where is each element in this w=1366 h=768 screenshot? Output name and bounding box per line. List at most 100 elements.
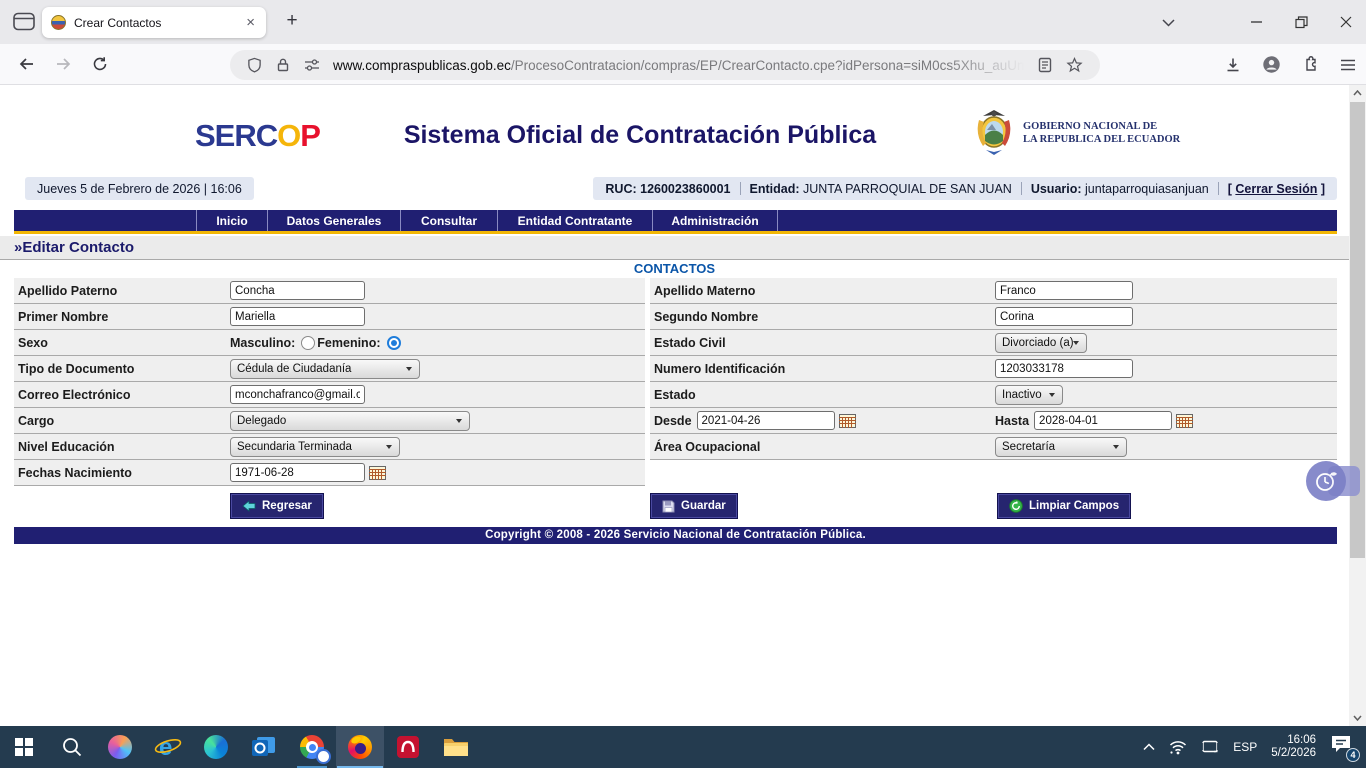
cargo-select[interactable]: Delegado <box>230 411 470 431</box>
taskbar-clock[interactable]: 16:065/2/2026 <box>1271 734 1316 760</box>
entidad-label: Entidad: <box>750 182 800 196</box>
nav-entidad-contratante[interactable]: Entidad Contratante <box>497 210 652 231</box>
nav-datos-generales[interactable]: Datos Generales <box>267 210 400 231</box>
radio-femenino[interactable] <box>387 336 401 350</box>
menu-hamburger-icon[interactable] <box>1340 58 1356 72</box>
tab-title: Crear Contactos <box>74 16 244 30</box>
tipo-documento-select[interactable]: Cédula de Ciudadanía <box>230 359 420 379</box>
session-info-bar: Jueves 5 de Febrero de 2026 | 16:06 RUC:… <box>0 177 1349 201</box>
logout-link[interactable]: [ Cerrar Sesión ] <box>1228 182 1325 196</box>
start-button[interactable] <box>0 726 48 768</box>
language-indicator[interactable]: ESP <box>1233 740 1257 754</box>
estado-label: Estado <box>650 388 995 402</box>
acrobat-icon[interactable] <box>384 726 432 768</box>
correo-label: Correo Electrónico <box>14 388 230 402</box>
desde-calendar-icon[interactable] <box>839 414 856 428</box>
scroll-up-arrow[interactable] <box>1349 85 1366 101</box>
copilot-icon[interactable] <box>96 726 144 768</box>
contact-form: Apellido Paterno Apellido Materno Primer… <box>14 278 1337 486</box>
list-all-tabs-icon[interactable] <box>1162 18 1175 27</box>
fechas-nacimiento-input[interactable] <box>230 463 365 482</box>
firefox-view-icon[interactable] <box>13 12 35 31</box>
downloads-icon[interactable] <box>1225 57 1241 73</box>
forward-button[interactable] <box>55 56 72 72</box>
estado-civil-select[interactable]: Divorciado (a) <box>995 333 1087 353</box>
usuario-value: juntaparroquiasanjuan <box>1085 182 1209 196</box>
permissions-icon[interactable] <box>304 58 320 72</box>
segundo-nombre-label: Segundo Nombre <box>650 310 995 324</box>
svg-text:e: e <box>159 734 172 760</box>
internet-explorer-icon[interactable]: e <box>144 726 192 768</box>
nivel-educacion-label: Nivel Educación <box>14 440 230 454</box>
segundo-nombre-input[interactable] <box>995 307 1133 326</box>
vertical-scrollbar[interactable] <box>1349 85 1366 726</box>
limpiar-campos-button[interactable]: Limpiar Campos <box>997 493 1131 519</box>
lock-icon[interactable] <box>276 57 290 73</box>
notification-badge: 4 <box>1346 748 1360 762</box>
new-tab-button[interactable]: + <box>280 10 304 32</box>
bookmark-star-icon[interactable] <box>1066 57 1083 73</box>
section-title: CONTACTOS <box>0 261 1349 278</box>
scroll-down-arrow[interactable] <box>1349 710 1366 726</box>
ecuador-coat-of-arms-icon <box>973 108 1015 158</box>
search-button[interactable] <box>48 726 96 768</box>
refresh-icon <box>1009 499 1023 513</box>
fechas-nacimiento-label: Fechas Nacimiento <box>14 466 230 480</box>
apellido-paterno-input[interactable] <box>230 281 365 300</box>
apellido-materno-input[interactable] <box>995 281 1133 300</box>
tray-expand-chevron[interactable] <box>1143 743 1155 751</box>
nav-administracion[interactable]: Administración <box>652 210 778 231</box>
numero-identificacion-input[interactable] <box>995 359 1133 378</box>
user-session-pill: RUC: 1260023860001 Entidad: JUNTA PARROQ… <box>593 177 1337 200</box>
timer-clock-icon <box>1306 461 1346 501</box>
correo-input[interactable] <box>230 385 365 404</box>
outlook-icon[interactable] <box>240 726 288 768</box>
nav-inicio[interactable]: Inicio <box>196 210 267 231</box>
back-button[interactable] <box>18 56 35 72</box>
back-arrow-icon <box>242 500 256 512</box>
site-favicon <box>51 15 66 30</box>
chrome-icon[interactable] <box>288 726 336 768</box>
account-icon[interactable] <box>1262 55 1281 74</box>
firefox-icon[interactable] <box>336 726 384 768</box>
radio-masculino[interactable] <box>301 336 315 350</box>
apellido-paterno-label: Apellido Paterno <box>14 284 230 298</box>
hasta-label: Hasta <box>995 414 1029 428</box>
minimize-button[interactable] <box>1251 16 1263 28</box>
nivel-educacion-select[interactable]: Secundaria Terminada <box>230 437 400 457</box>
wifi-icon[interactable] <box>1169 740 1187 755</box>
site-footer: Copyright © 2008 - 2026 Servicio Naciona… <box>14 527 1337 544</box>
hasta-calendar-icon[interactable] <box>1176 414 1193 428</box>
edge-icon[interactable] <box>192 726 240 768</box>
browser-titlebar: Crear Contactos × + <box>0 0 1366 44</box>
ruc-value: 1260023860001 <box>640 182 730 196</box>
notification-center-icon[interactable]: 4 <box>1330 734 1356 760</box>
guardar-button[interactable]: Guardar <box>650 493 738 519</box>
url-text[interactable]: www.compraspublicas.gob.ec/ProcesoContra… <box>333 58 1031 73</box>
desde-input[interactable] <box>697 411 835 430</box>
file-explorer-icon[interactable] <box>432 726 480 768</box>
reload-button[interactable] <box>92 56 108 72</box>
gold-divider <box>14 231 1337 234</box>
windows-taskbar: e <box>0 726 1366 768</box>
hasta-input[interactable] <box>1034 411 1172 430</box>
nacimiento-calendar-icon[interactable] <box>369 466 386 480</box>
tab-crear-contactos[interactable]: Crear Contactos × <box>42 7 266 38</box>
floating-timer-widget[interactable] <box>1306 461 1346 501</box>
primer-nombre-input[interactable] <box>230 307 365 326</box>
datetime-pill: Jueves 5 de Febrero de 2026 | 16:06 <box>25 177 254 200</box>
url-bar[interactable]: www.compraspublicas.gob.ec/ProcesoContra… <box>230 50 1100 80</box>
tab-close-icon[interactable]: × <box>244 14 257 31</box>
area-ocupacional-select[interactable]: Secretaría <box>995 437 1127 457</box>
close-button[interactable] <box>1340 16 1352 28</box>
regresar-button[interactable]: Regresar <box>230 493 324 519</box>
restore-button[interactable] <box>1295 16 1308 29</box>
numero-identificacion-label: Numero Identificación <box>650 362 995 376</box>
estado-select[interactable]: Inactivo <box>995 385 1063 405</box>
primer-nombre-label: Primer Nombre <box>14 310 230 324</box>
reader-view-icon[interactable] <box>1038 57 1052 73</box>
display-connect-icon[interactable] <box>1201 740 1219 754</box>
nav-consultar[interactable]: Consultar <box>400 210 497 231</box>
shield-icon[interactable] <box>247 57 262 73</box>
extensions-icon[interactable] <box>1302 56 1319 73</box>
